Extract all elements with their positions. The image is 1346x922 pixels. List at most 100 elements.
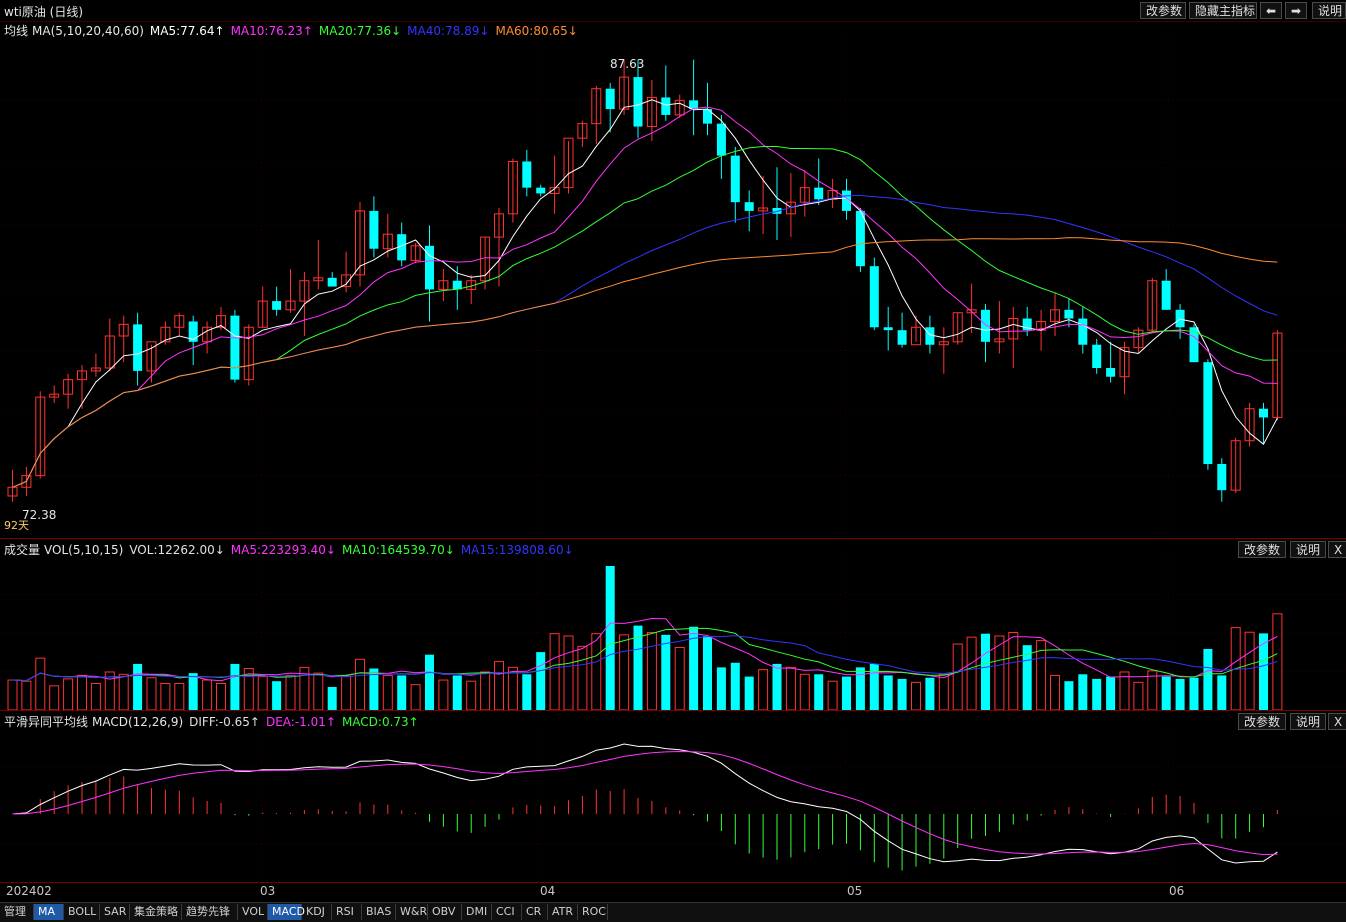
volume-bar	[90, 683, 101, 710]
candle-body	[230, 315, 240, 380]
volume-bar	[911, 681, 921, 710]
volume-bar	[35, 657, 46, 710]
arrow-left-icon[interactable]: ⬅	[1260, 2, 1282, 19]
vol-ma10-line	[12, 627, 1278, 682]
volume-bar	[507, 666, 518, 710]
macd-legend-params: MACD(12,26,9)	[92, 715, 184, 729]
volume-bar	[397, 675, 407, 710]
volume-bar	[1078, 674, 1088, 710]
volume-bar	[1092, 678, 1102, 710]
macd-legend-name: 平滑异同平均线	[4, 715, 89, 729]
vol-ma5-value: MA5:223293.40↓	[230, 543, 336, 557]
volume-bar	[118, 673, 129, 710]
candle-body	[661, 97, 671, 115]
volume-bar	[494, 661, 504, 710]
price-chart[interactable]	[0, 38, 1346, 538]
volume-bar	[966, 636, 977, 710]
candle-body	[716, 123, 726, 156]
volume-bar	[466, 680, 477, 710]
volume-bar	[480, 671, 491, 710]
candle-body	[1259, 408, 1268, 418]
volume-bar	[410, 684, 421, 710]
hide-main-indicator-button[interactable]: 隐藏主指标	[1189, 2, 1257, 19]
tab-rsi[interactable]: RSI	[332, 904, 362, 920]
tab-管理[interactable]: 管理	[0, 904, 34, 920]
volume-bar	[758, 669, 769, 710]
tab-集金策略[interactable]: 集金策略	[130, 904, 182, 920]
tab-cci[interactable]: CCI	[492, 904, 522, 920]
volume-bar	[425, 654, 434, 710]
tab-bias[interactable]: BIAS	[362, 904, 396, 920]
tab-sar[interactable]: SAR	[100, 904, 130, 920]
volume-bar	[1175, 678, 1185, 710]
date-label-mar: 03	[260, 884, 276, 898]
ma5-value: MA5:77.64↑	[149, 24, 225, 38]
volume-legend-name: 成交量	[4, 543, 41, 557]
panel-divider	[0, 710, 1346, 711]
days-label: 92天	[4, 519, 29, 532]
candle-body	[1092, 344, 1102, 368]
volume-chart[interactable]	[0, 556, 1346, 710]
tab-macd[interactable]: MACD	[268, 904, 305, 920]
volume-bar	[285, 674, 296, 710]
candle-body	[1203, 362, 1213, 464]
candle-body	[536, 187, 546, 194]
tab-ma[interactable]: MA	[34, 904, 64, 920]
volume-bar	[522, 674, 532, 710]
macd-chart[interactable]	[0, 728, 1346, 882]
candle-body	[855, 210, 865, 267]
tab-cr[interactable]: CR	[522, 904, 548, 920]
volume-bar	[981, 633, 990, 710]
volume-bar	[230, 663, 240, 710]
candle-body	[897, 330, 907, 345]
diff-line	[12, 743, 1278, 864]
candle-body	[1078, 318, 1088, 345]
ma-legend-name: 均线	[4, 24, 29, 38]
volume-bar	[716, 667, 726, 710]
candle-body	[133, 324, 143, 371]
help-button[interactable]: 说明	[1312, 2, 1346, 19]
ma20-line	[12, 146, 1278, 488]
ma10-line	[12, 106, 1278, 488]
volume-bar	[104, 671, 115, 710]
tab-趋势先锋[interactable]: 趋势先锋	[182, 904, 238, 920]
volume-bar	[341, 676, 352, 710]
volume-bar	[1203, 648, 1213, 710]
ma-legend-params: MA(5,10,20,40,60)	[32, 24, 144, 38]
volume-bar	[133, 663, 143, 710]
ma60-line	[12, 237, 1278, 488]
volume-bar	[814, 674, 824, 710]
volume-bar	[7, 679, 18, 710]
high-price-label: 87.63	[610, 57, 645, 71]
volume-bar	[785, 666, 796, 710]
volume-bar	[1189, 677, 1199, 710]
candle-body	[1175, 309, 1185, 328]
volume-bar	[21, 680, 32, 710]
tab-obv[interactable]: OBV	[428, 904, 462, 920]
volume-bar	[202, 679, 213, 710]
change-params-button[interactable]: 改参数	[1140, 2, 1186, 19]
tab-w&r[interactable]: W&R	[396, 904, 428, 920]
candle-body	[1189, 327, 1199, 363]
volume-bar	[661, 634, 671, 710]
volume-bar	[703, 635, 712, 710]
candle-body	[1106, 368, 1116, 377]
tab-vol[interactable]: VOL	[238, 904, 268, 920]
tab-roc[interactable]: ROC	[578, 904, 608, 920]
tab-boll[interactable]: BOLL	[64, 904, 100, 920]
tab-atr[interactable]: ATR	[548, 904, 578, 920]
volume-bar	[174, 683, 185, 710]
tab-kdj[interactable]: KDJ	[302, 904, 332, 920]
candle-body	[1064, 309, 1074, 319]
volume-bar	[772, 663, 782, 710]
volume-bar	[1119, 671, 1130, 710]
volume-bar	[257, 676, 268, 710]
arrow-right-icon[interactable]: ➡	[1285, 2, 1307, 19]
volume-bar	[563, 635, 574, 710]
volume-bar	[674, 647, 685, 710]
volume-bar	[216, 683, 226, 710]
volume-bar	[827, 680, 838, 710]
volume-bar	[549, 633, 560, 710]
volume-bar	[438, 679, 449, 710]
tab-dmi[interactable]: DMI	[462, 904, 492, 920]
